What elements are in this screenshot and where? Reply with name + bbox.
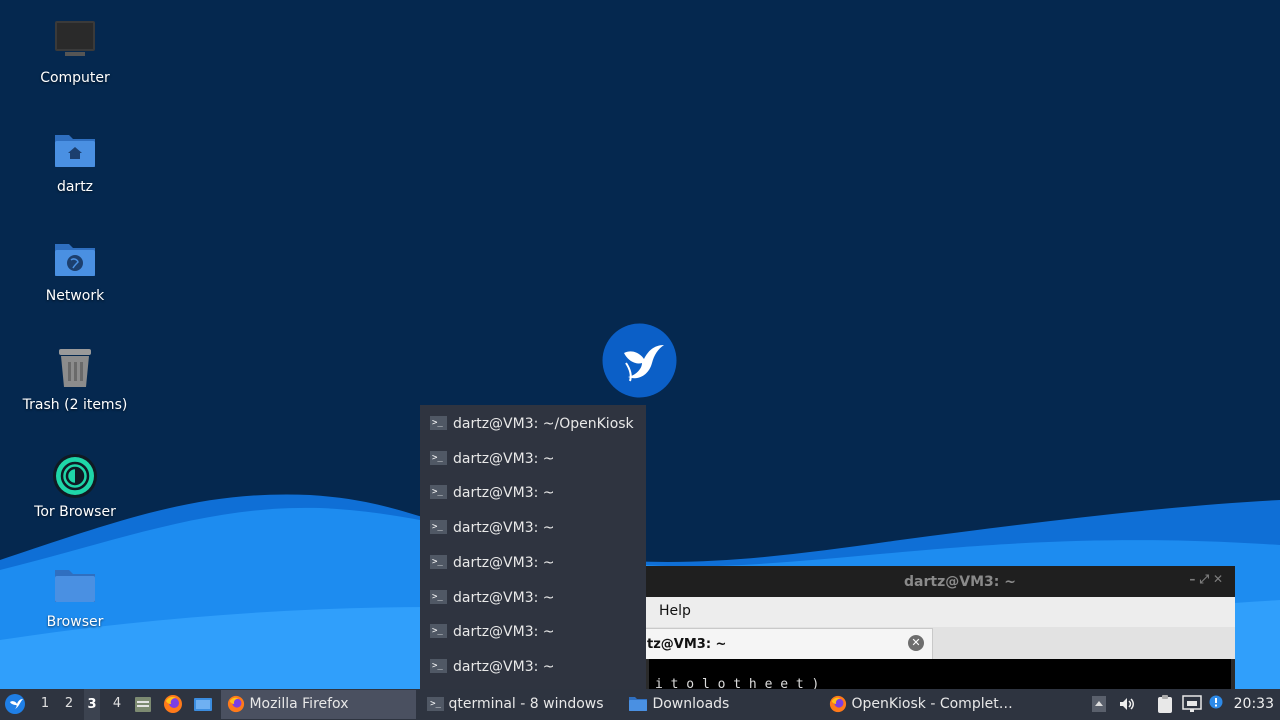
desktop-icon-computer[interactable]: Computer [10,18,140,86]
window-list-item-label: dartz@VM3: ~ [453,555,555,571]
terminal-icon: >_ [430,485,447,499]
terminal-icon: >_ [427,697,444,711]
folder-icon [51,562,99,610]
desktop-icon-label: Browser [46,614,104,630]
terminal-menubar: Help [645,597,1235,627]
start-menu-button[interactable] [4,689,28,720]
window-list-item[interactable]: >_ dartz@VM3: ~/OpenKiosk [420,407,646,441]
terminal-icon: >_ [430,659,447,673]
taskbar: 1 2 3 4 Mozilla Firefox >_ qterminal - 8… [0,689,1280,720]
terminal-icon: >_ [430,520,447,534]
window-list-item[interactable]: >_ dartz@VM3: ~ [420,511,646,545]
desktop-icon-network[interactable]: Network [10,236,140,304]
window-list-item[interactable]: >_ dartz@VM3: ~ [420,581,646,615]
workspace-2[interactable]: 2 [61,696,77,711]
minimize-icon[interactable]: – [1189,572,1199,586]
clock[interactable]: 20:33 [1234,696,1274,712]
firefox-icon [164,695,182,713]
folder-icon [629,697,647,711]
terminal-tabbar: tz@VM3: ~ ✕ [645,627,1235,659]
menu-help[interactable]: Help [659,603,691,619]
desktop-icon-label: Tor Browser [34,504,116,520]
file-manager-icon [135,697,151,712]
tab-close-icon[interactable]: ✕ [908,635,924,651]
quicklaunch-desktop[interactable] [193,689,215,720]
window-list-item-label: dartz@VM3: ~ [453,590,555,606]
show-desktop-icon [194,698,212,711]
task-label: OpenKiosk - Complet… [851,696,1013,712]
terminal-output[interactable]: i t o l o t h e e t ) [649,659,1231,692]
window-title: dartz@VM3: ~ [904,574,1016,590]
volume-icon [1120,698,1134,710]
trash-icon [51,345,99,393]
info-icon [1209,695,1223,709]
firefox-icon [227,695,245,713]
chevron-up-icon [1092,696,1106,712]
desktop-icon-home[interactable]: dartz [10,127,140,195]
clipboard-icon [1158,695,1172,713]
terminal-icon: >_ [430,555,447,569]
desktop-icon-label: Trash (2 items) [22,397,128,413]
update-notifier-button[interactable] [1209,689,1225,720]
desktop-icon-tor-browser[interactable]: Tor Browser [10,452,140,520]
task-label: Downloads [652,696,730,712]
network-icon [1182,695,1202,712]
task-downloads[interactable]: Downloads [622,690,820,719]
terminal-tab-label: tz@VM3: ~ [647,637,727,652]
network-button[interactable] [1182,689,1202,720]
desktop-icon-label: dartz [56,179,94,195]
terminal-tab[interactable]: tz@VM3: ~ ✕ [645,628,933,659]
window-titlebar[interactable]: dartz@VM3: ~ –⤢✕ [645,566,1235,597]
window-list-item[interactable]: >_ dartz@VM3: ~ [420,546,646,580]
window-list-item-label: dartz@VM3: ~ [453,451,555,467]
task-label: qterminal - 8 windows [448,696,604,712]
desktop-icon-trash[interactable]: Trash (2 items) [10,345,140,413]
desktop-icon-label: Computer [40,70,110,86]
tor-browser-icon [51,452,99,500]
tray-expand-button[interactable] [1092,689,1108,720]
window-list-item[interactable]: >_ dartz@VM3: ~ [420,615,646,649]
firefox-icon [829,695,847,713]
terminal-window[interactable]: dartz@VM3: ~ –⤢✕ Help tz@VM3: ~ ✕ i t o … [645,566,1235,692]
window-list-item-label: dartz@VM3: ~ [453,624,555,640]
terminal-icon: >_ [430,624,447,638]
window-controls: –⤢✕ [1189,572,1227,587]
quicklaunch-file-manager[interactable] [133,689,155,720]
window-list-item[interactable]: >_ dartz@VM3: ~ [420,476,646,510]
window-list-item[interactable]: >_ dartz@VM3: ~ [420,442,646,476]
start-menu-icon [5,694,25,714]
distro-logo [602,323,677,398]
window-list-item-label: dartz@VM3: ~ [453,520,555,536]
terminal-icon: >_ [430,451,447,465]
desktop-icon-label: Network [45,288,105,304]
clipboard-button[interactable] [1156,689,1176,720]
workspace-1[interactable]: 1 [37,696,53,711]
task-qterminal[interactable]: >_ qterminal - 8 windows [420,690,620,719]
window-list-popup: >_ dartz@VM3: ~/OpenKiosk >_ dartz@VM3: … [420,405,646,689]
terminal-icon: >_ [430,590,447,604]
window-list-item-label: dartz@VM3: ~ [453,485,555,501]
window-list-item[interactable]: >_ dartz@VM3: ~ [420,650,646,684]
computer-icon [51,18,99,66]
task-firefox[interactable]: Mozilla Firefox [221,690,416,719]
workspace-4[interactable]: 4 [109,696,125,711]
close-icon[interactable]: ✕ [1213,572,1227,586]
network-folder-icon [51,236,99,284]
home-folder-icon [51,127,99,175]
window-list-item-label: dartz@VM3: ~ [453,659,555,675]
terminal-icon: >_ [430,416,447,430]
task-openkiosk[interactable]: OpenKiosk - Complet… [823,690,1018,719]
workspace-3[interactable]: 3 [84,689,100,720]
desktop-icon-browser[interactable]: Browser [10,562,140,630]
task-label: Mozilla Firefox [249,696,349,712]
window-list-item-label: dartz@VM3: ~/OpenKiosk [453,416,634,432]
maximize-icon[interactable]: ⤢ [1199,572,1213,586]
volume-button[interactable] [1118,689,1138,720]
quicklaunch-firefox[interactable] [163,689,185,720]
